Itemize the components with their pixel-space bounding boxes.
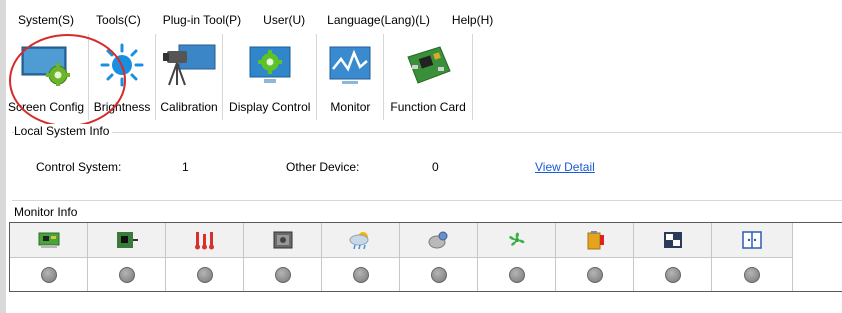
status-cell [400, 258, 478, 291]
status-cell [634, 258, 712, 291]
local-system-divider [12, 132, 842, 133]
monitor-column-power[interactable] [556, 223, 634, 257]
control-system-label: Control System: [36, 160, 122, 174]
view-detail-link[interactable]: View Detail [535, 160, 595, 174]
circuit-board-icon [399, 42, 457, 88]
menu-tools[interactable]: Tools(C) [84, 13, 151, 27]
monitor-signal-icon [321, 42, 379, 88]
function-card-label: Function Card [390, 100, 466, 114]
status-cell [88, 258, 166, 291]
screen-config-label: Screen Config [8, 100, 85, 114]
monitor-column-temperature[interactable] [166, 223, 244, 257]
monitor-table [9, 222, 842, 292]
module-flat-cable-icon [660, 229, 686, 251]
calibration-label: Calibration [160, 100, 218, 114]
status-cell [478, 258, 556, 291]
display-control-button[interactable]: Display Control [223, 34, 318, 120]
monitor-column-cabinet[interactable] [244, 223, 322, 257]
other-device-value: 0 [432, 160, 439, 174]
display-gear-icon [241, 42, 299, 88]
monitor-column-smoke[interactable] [400, 223, 478, 257]
monitor-column-board[interactable] [88, 223, 166, 257]
local-system-title: Local System Info [14, 124, 113, 138]
status-cell [712, 258, 793, 291]
toolbar: Screen Config Brightness Calibration Dis… [6, 34, 842, 122]
sun-icon [93, 42, 151, 88]
weather-humidity-icon [348, 229, 374, 251]
monitor-column-module[interactable] [634, 223, 712, 257]
status-indicator [118, 266, 135, 283]
door-icon [739, 229, 765, 251]
status-cell [322, 258, 400, 291]
status-indicator [508, 266, 525, 283]
thermometer-icon [192, 229, 218, 251]
menu-user[interactable]: User(U) [251, 13, 315, 27]
status-indicator [664, 266, 681, 283]
screen-config-icon [17, 42, 75, 88]
status-cell [166, 258, 244, 291]
menu-plugin-tool[interactable]: Plug-in Tool(P) [151, 13, 251, 27]
status-indicator [40, 266, 57, 283]
brightness-button[interactable]: Brightness [89, 34, 157, 120]
monitor-column-receiving-card[interactable] [10, 223, 88, 257]
status-indicator [744, 266, 760, 283]
menu-system[interactable]: System(S) [6, 13, 84, 27]
status-indicator [196, 266, 213, 283]
monitor-column-humidity[interactable] [322, 223, 400, 257]
status-indicator [430, 266, 447, 283]
monitor-button[interactable]: Monitor [317, 34, 385, 120]
monitor-label: Monitor [330, 100, 371, 114]
menu-language[interactable]: Language(Lang)(L) [315, 13, 440, 27]
monitor-column-fan[interactable] [478, 223, 556, 257]
cabinet-icon [270, 229, 296, 251]
board-chip-icon [114, 229, 140, 251]
status-cell [556, 258, 634, 291]
status-indicator [586, 266, 603, 283]
display-control-label: Display Control [229, 100, 311, 114]
menu-help[interactable]: Help(H) [440, 13, 503, 27]
brightness-label: Brightness [93, 100, 151, 114]
fan-icon [504, 229, 530, 251]
monitor-info-title: Monitor Info [14, 205, 81, 219]
receiving-card-icon [36, 229, 62, 251]
screen-config-button[interactable]: Screen Config [6, 34, 90, 120]
monitor-column-door[interactable] [712, 223, 793, 257]
control-system-value: 1 [182, 160, 189, 174]
monitor-divider [12, 200, 842, 201]
status-cell [10, 258, 88, 291]
smoke-sensor-icon [426, 229, 452, 251]
status-indicator [352, 266, 369, 283]
status-cell [244, 258, 322, 291]
monitor-status-row [10, 258, 793, 291]
function-card-button[interactable]: Function Card [384, 34, 473, 120]
main-window: System(S) Tools(C) Plug-in Tool(P) User(… [0, 0, 842, 313]
status-indicator [274, 266, 291, 283]
power-supply-icon [582, 229, 608, 251]
camera-tripod-icon [160, 42, 218, 88]
menu-bar: System(S) Tools(C) Plug-in Tool(P) User(… [6, 8, 842, 32]
calibration-button[interactable]: Calibration [156, 34, 224, 120]
monitor-icon-row [10, 223, 793, 258]
other-device-label: Other Device: [286, 160, 360, 174]
